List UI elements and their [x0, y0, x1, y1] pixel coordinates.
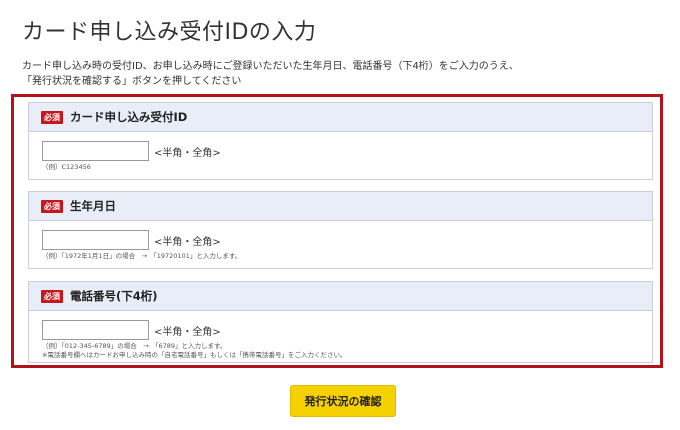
field-label: 生年月日	[70, 199, 116, 213]
field-phone-last4: 必須 電話番号(下4桁) <半角・全角> （例）「012-345-6789」の場…	[28, 281, 653, 363]
birthdate-input[interactable]	[42, 230, 149, 250]
required-badge: 必須	[41, 110, 63, 124]
field-header: 必須 カード申し込み受付ID	[29, 103, 652, 132]
intro-line: 「発行状況を確認する」ボタンを押してください	[22, 76, 242, 87]
required-badge: 必須	[41, 199, 63, 213]
field-label: カード申し込み受付ID	[70, 110, 188, 124]
phone-last4-input[interactable]	[42, 320, 149, 340]
input-hint: <半角・全角>	[154, 236, 221, 248]
example-note: （例）「012-345-6789」の場合 → 「6789」と入力します。	[42, 342, 227, 350]
example-note: （例）「1972年1月1日」の場合 → 「19720101」と入力します。	[42, 252, 242, 260]
intro-line: カード申し込み時の受付ID、お申し込み時にご登録いただいた生年月日、電話番号（下…	[22, 61, 519, 72]
page-title: カード申し込み受付IDの入力	[22, 20, 317, 45]
field-header: 必須 電話番号(下4桁)	[29, 282, 652, 311]
phone-instruction-note: ※電話番号欄へはカードお申し込み時の「自宅電話番号」もしくは「携帯電話番号」をご…	[42, 351, 347, 359]
field-label: 電話番号(下4桁)	[70, 289, 158, 303]
intro-text: カード申し込み時の受付ID、お申し込み時にご登録いただいた生年月日、電話番号（下…	[22, 59, 662, 89]
input-hint: <半角・全角>	[154, 147, 221, 159]
field-application-id: 必須 カード申し込み受付ID <半角・全角> （例）C123456	[28, 102, 653, 180]
required-badge: 必須	[41, 289, 63, 303]
example-note: （例）C123456	[42, 163, 91, 171]
check-status-button[interactable]: 発行状況の確認	[290, 385, 396, 417]
field-birthdate: 必須 生年月日 <半角・全角> （例）「1972年1月1日」の場合 → 「197…	[28, 191, 653, 269]
input-hint: <半角・全角>	[154, 326, 221, 338]
form-frame: 必須 カード申し込み受付ID <半角・全角> （例）C123456 必須 生年月…	[11, 94, 663, 368]
application-id-input[interactable]	[42, 141, 149, 161]
field-header: 必須 生年月日	[29, 192, 652, 221]
